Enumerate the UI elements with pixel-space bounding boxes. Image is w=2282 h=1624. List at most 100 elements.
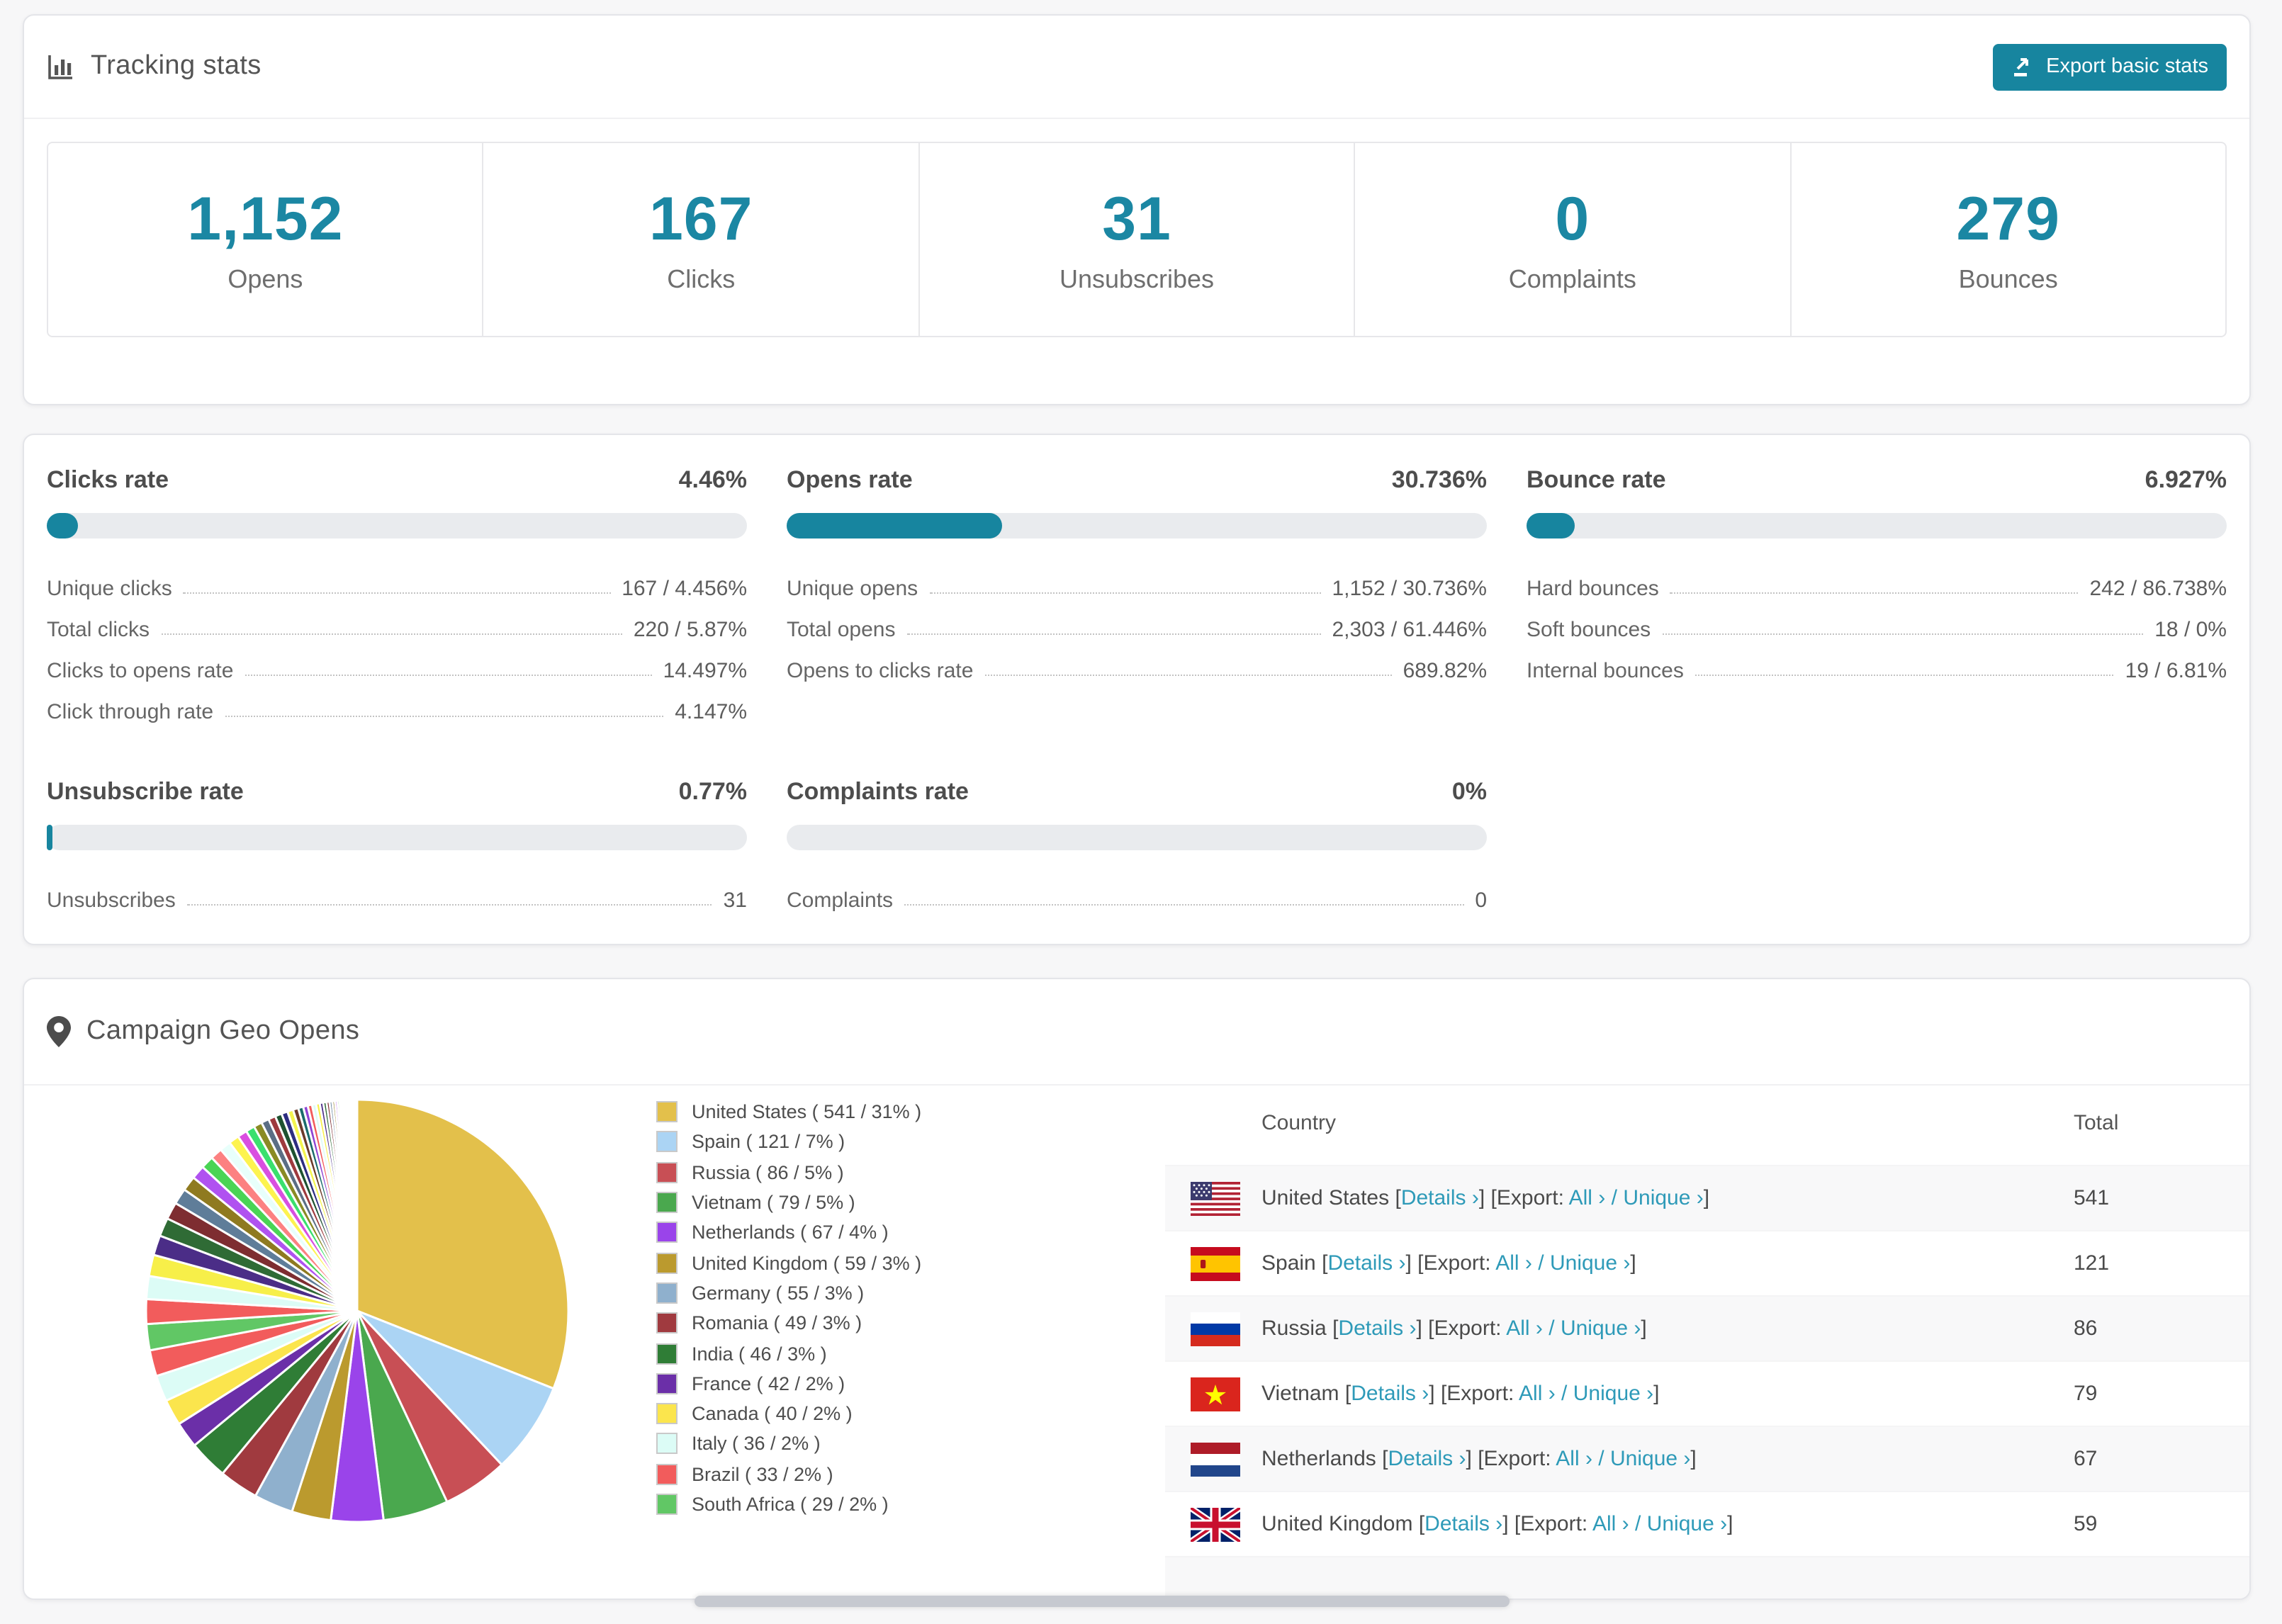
- legend-item: Germany ( 55 / 3% ): [656, 1278, 921, 1309]
- table-row: Vietnam [Details ›] [Export: All › / Uni…: [1165, 1360, 2249, 1426]
- export-all-link[interactable]: All ›: [1495, 1251, 1532, 1275]
- legend-item: Romania ( 49 / 3% ): [656, 1308, 921, 1338]
- header-divider: [24, 118, 2249, 119]
- rate-stat-row: Clicks to opens rate 14.497%: [47, 642, 747, 683]
- details-link[interactable]: Details ›: [1338, 1316, 1416, 1341]
- country-name: Russia: [1261, 1316, 1327, 1341]
- dotted-leader: [929, 592, 1321, 594]
- rate-stat-label: Hard bounces: [1527, 577, 1659, 601]
- horizontal-scrollbar[interactable]: [695, 1596, 1510, 1607]
- export-all-link[interactable]: All ›: [1556, 1447, 1592, 1471]
- progress-bar-fill: [47, 513, 79, 538]
- stat-box: 31 Unsubscribes: [920, 143, 1356, 336]
- flag-ru-icon: [1191, 1312, 1240, 1346]
- legend-item: Russia ( 86 / 5% ): [656, 1157, 921, 1188]
- rate-stat-row: Total opens 2,303 / 61.446%: [787, 601, 1487, 642]
- export-basic-stats-button[interactable]: Export basic stats: [1992, 43, 2227, 90]
- details-link[interactable]: Details ›: [1327, 1251, 1405, 1275]
- country-name: Spain: [1261, 1251, 1316, 1275]
- column-header-total: Total: [2074, 1111, 2119, 1135]
- export-unique-link[interactable]: Unique ›: [1573, 1382, 1653, 1406]
- table-row: [1165, 1556, 2249, 1598]
- export-all-link[interactable]: All ›: [1519, 1382, 1556, 1406]
- legend-label: India ( 46 / 3% ): [692, 1343, 827, 1365]
- rate-stat-label: Soft bounces: [1527, 618, 1651, 642]
- rate-stat-value: 4.147%: [675, 700, 747, 724]
- export-all-link[interactable]: All ›: [1569, 1186, 1606, 1210]
- rate-title: Bounce rate: [1527, 466, 1666, 493]
- export-button-label: Export basic stats: [2046, 55, 2208, 78]
- dotted-leader: [225, 716, 664, 717]
- legend-label: Italy ( 36 / 2% ): [692, 1433, 821, 1455]
- legend-swatch: [656, 1222, 678, 1244]
- table-row: Spain [Details ›] [Export: All › / Uniqu…: [1165, 1230, 2249, 1295]
- details-link[interactable]: Details ›: [1388, 1447, 1466, 1471]
- flag-nl-icon: [1191, 1442, 1240, 1476]
- country-total: 121: [2074, 1251, 2110, 1275]
- export-unique-link[interactable]: Unique ›: [1550, 1251, 1630, 1275]
- rate-stat-row: Unique clicks 167 / 4.456%: [47, 560, 747, 601]
- dotted-leader: [984, 675, 1392, 676]
- details-link[interactable]: Details ›: [1401, 1186, 1479, 1210]
- legend-swatch: [656, 1372, 678, 1394]
- legend-swatch: [656, 1433, 678, 1455]
- rate-stat-value: 2,303 / 61.446%: [1332, 618, 1487, 642]
- rate-stat-row: Hard bounces 242 / 86.738%: [1527, 560, 2227, 601]
- tracking-stats-title: Tracking stats: [91, 51, 262, 81]
- stat-boxes-row: 1,152 Opens 167 Clicks 31 Unsubscribes 0…: [47, 142, 2227, 337]
- rate-stat-value: 14.497%: [663, 659, 747, 683]
- dotted-leader: [183, 592, 611, 594]
- rate-stat-row: Opens to clicks rate 689.82%: [787, 642, 1487, 683]
- legend-swatch: [656, 1403, 678, 1425]
- progress-bar: [787, 825, 1487, 850]
- stat-label: Clicks: [667, 264, 736, 293]
- legend-item: United Kingdom ( 59 / 3% ): [656, 1248, 921, 1278]
- details-link[interactable]: Details ›: [1351, 1382, 1429, 1406]
- rate-value: 4.46%: [678, 466, 747, 493]
- export-all-link[interactable]: All ›: [1506, 1316, 1543, 1341]
- rate-block: Complaints rate 0% Complaints 0: [787, 778, 1487, 913]
- rates-card: Clicks rate 4.46% Unique clicks 167 / 4.…: [23, 434, 2251, 945]
- stat-box: 1,152 Opens: [48, 143, 484, 336]
- rate-stat-label: Internal bounces: [1527, 659, 1684, 683]
- rate-stat-label: Complaints: [787, 889, 894, 913]
- geo-opens-header: Campaign Geo Opens: [24, 979, 2249, 1084]
- export-unique-link[interactable]: Unique ›: [1561, 1316, 1641, 1341]
- rate-value: 0%: [1451, 778, 1487, 805]
- legend-label: Canada ( 40 / 2% ): [692, 1403, 853, 1425]
- legend-swatch: [656, 1343, 678, 1365]
- rate-block: Opens rate 30.736% Unique opens 1,152 / …: [787, 466, 1487, 724]
- progress-bar: [1527, 513, 2227, 538]
- country-name: United Kingdom: [1261, 1512, 1413, 1536]
- export-all-link[interactable]: All ›: [1592, 1512, 1629, 1536]
- dotted-leader: [244, 675, 652, 676]
- export-unique-link[interactable]: Unique ›: [1623, 1186, 1703, 1210]
- legend-item: Italy ( 36 / 2% ): [656, 1429, 921, 1460]
- legend-label: Romania ( 49 / 3% ): [692, 1312, 862, 1334]
- table-row: Russia [Details ›] [Export: All › / Uniq…: [1165, 1295, 2249, 1360]
- legend-label: South Africa ( 29 / 2% ): [692, 1494, 889, 1515]
- bar-chart-icon: [47, 52, 75, 81]
- progress-bar-fill: [1527, 513, 1575, 538]
- rate-stat-label: Clicks to opens rate: [47, 659, 234, 683]
- geo-body: United States ( 541 / 31% ) Spain ( 121 …: [24, 1086, 2249, 1598]
- legend-item: Brazil ( 33 / 2% ): [656, 1459, 921, 1489]
- rate-stat-value: 18 / 0%: [2154, 618, 2227, 642]
- export-unique-link[interactable]: Unique ›: [1647, 1512, 1727, 1536]
- rate-stat-value: 167 / 4.456%: [622, 577, 747, 601]
- details-link[interactable]: Details ›: [1424, 1512, 1502, 1536]
- export-unique-link[interactable]: Unique ›: [1610, 1447, 1690, 1471]
- country-name: Vietnam: [1261, 1382, 1339, 1406]
- rate-stat-row: Unsubscribes 31: [47, 872, 747, 913]
- rate-stat-value: 19 / 6.81%: [2125, 659, 2227, 683]
- dotted-leader: [186, 904, 712, 906]
- flag-us-icon: [1191, 1181, 1240, 1215]
- legend-swatch: [656, 1282, 678, 1304]
- geo-table-header: Country Total: [1165, 1086, 2249, 1165]
- rate-block: Unsubscribe rate 0.77% Unsubscribes 31: [47, 778, 747, 913]
- rate-stat-label: Unsubscribes: [47, 889, 176, 913]
- legend-swatch: [656, 1131, 678, 1153]
- rate-value: 30.736%: [1391, 466, 1487, 493]
- geo-legend: United States ( 541 / 31% ) Spain ( 121 …: [656, 1097, 921, 1519]
- progress-bar-fill: [47, 825, 52, 850]
